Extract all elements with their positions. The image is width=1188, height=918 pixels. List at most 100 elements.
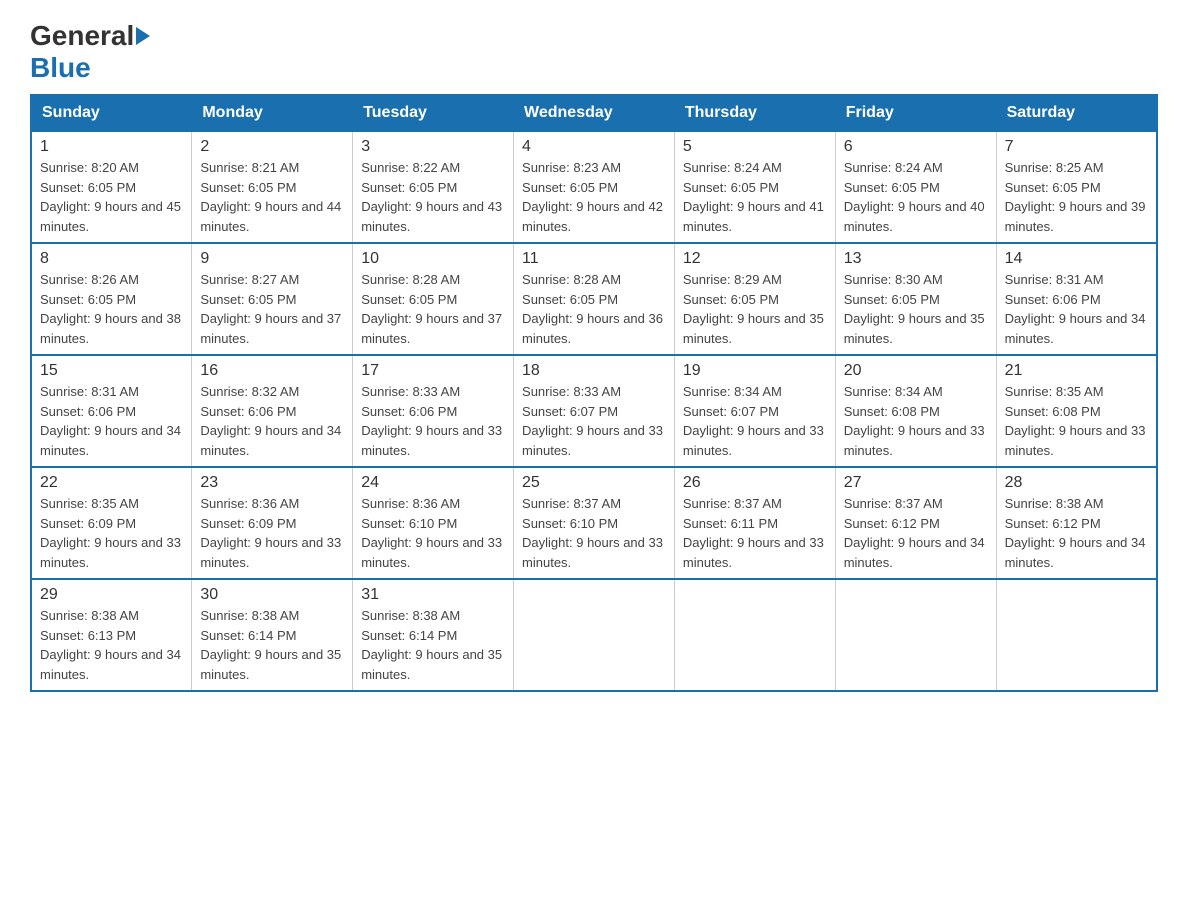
day-number: 20 [844, 362, 988, 380]
day-number: 4 [522, 138, 666, 156]
day-info: Sunrise: 8:32 AMSunset: 6:06 PMDaylight:… [200, 384, 341, 458]
calendar-day-cell: 28 Sunrise: 8:38 AMSunset: 6:12 PMDaylig… [996, 467, 1157, 579]
calendar-day-cell: 23 Sunrise: 8:36 AMSunset: 6:09 PMDaylig… [192, 467, 353, 579]
day-info: Sunrise: 8:27 AMSunset: 6:05 PMDaylight:… [200, 272, 341, 346]
day-number: 10 [361, 250, 505, 268]
header-saturday: Saturday [996, 95, 1157, 131]
logo: General Blue [30, 20, 152, 84]
day-info: Sunrise: 8:36 AMSunset: 6:09 PMDaylight:… [200, 496, 341, 570]
calendar-day-cell: 24 Sunrise: 8:36 AMSunset: 6:10 PMDaylig… [353, 467, 514, 579]
day-number: 9 [200, 250, 344, 268]
calendar-day-cell: 31 Sunrise: 8:38 AMSunset: 6:14 PMDaylig… [353, 579, 514, 691]
day-number: 23 [200, 474, 344, 492]
day-number: 8 [40, 250, 183, 268]
day-info: Sunrise: 8:28 AMSunset: 6:05 PMDaylight:… [522, 272, 663, 346]
day-number: 31 [361, 586, 505, 604]
calendar-day-cell: 16 Sunrise: 8:32 AMSunset: 6:06 PMDaylig… [192, 355, 353, 467]
header-thursday: Thursday [674, 95, 835, 131]
calendar-day-cell: 12 Sunrise: 8:29 AMSunset: 6:05 PMDaylig… [674, 243, 835, 355]
day-info: Sunrise: 8:30 AMSunset: 6:05 PMDaylight:… [844, 272, 985, 346]
calendar-day-cell: 9 Sunrise: 8:27 AMSunset: 6:05 PMDayligh… [192, 243, 353, 355]
day-number: 1 [40, 138, 183, 156]
calendar-day-cell: 8 Sunrise: 8:26 AMSunset: 6:05 PMDayligh… [31, 243, 192, 355]
day-number: 6 [844, 138, 988, 156]
day-number: 12 [683, 250, 827, 268]
calendar-day-cell: 19 Sunrise: 8:34 AMSunset: 6:07 PMDaylig… [674, 355, 835, 467]
day-number: 7 [1005, 138, 1148, 156]
weekday-header-row: Sunday Monday Tuesday Wednesday Thursday… [31, 95, 1157, 131]
day-info: Sunrise: 8:25 AMSunset: 6:05 PMDaylight:… [1005, 160, 1146, 234]
day-number: 18 [522, 362, 666, 380]
calendar-day-cell: 3 Sunrise: 8:22 AMSunset: 6:05 PMDayligh… [353, 131, 514, 243]
calendar-day-cell: 25 Sunrise: 8:37 AMSunset: 6:10 PMDaylig… [514, 467, 675, 579]
day-info: Sunrise: 8:21 AMSunset: 6:05 PMDaylight:… [200, 160, 341, 234]
day-number: 24 [361, 474, 505, 492]
header-wednesday: Wednesday [514, 95, 675, 131]
day-number: 21 [1005, 362, 1148, 380]
day-info: Sunrise: 8:31 AMSunset: 6:06 PMDaylight:… [40, 384, 181, 458]
calendar-day-cell: 15 Sunrise: 8:31 AMSunset: 6:06 PMDaylig… [31, 355, 192, 467]
day-number: 19 [683, 362, 827, 380]
day-info: Sunrise: 8:23 AMSunset: 6:05 PMDaylight:… [522, 160, 663, 234]
calendar-day-cell [514, 579, 675, 691]
calendar-day-cell: 21 Sunrise: 8:35 AMSunset: 6:08 PMDaylig… [996, 355, 1157, 467]
calendar-day-cell: 7 Sunrise: 8:25 AMSunset: 6:05 PMDayligh… [996, 131, 1157, 243]
day-number: 14 [1005, 250, 1148, 268]
day-number: 13 [844, 250, 988, 268]
day-info: Sunrise: 8:38 AMSunset: 6:13 PMDaylight:… [40, 608, 181, 682]
day-number: 16 [200, 362, 344, 380]
day-info: Sunrise: 8:31 AMSunset: 6:06 PMDaylight:… [1005, 272, 1146, 346]
day-number: 5 [683, 138, 827, 156]
day-info: Sunrise: 8:35 AMSunset: 6:08 PMDaylight:… [1005, 384, 1146, 458]
calendar-day-cell [996, 579, 1157, 691]
day-info: Sunrise: 8:28 AMSunset: 6:05 PMDaylight:… [361, 272, 502, 346]
calendar-day-cell: 14 Sunrise: 8:31 AMSunset: 6:06 PMDaylig… [996, 243, 1157, 355]
calendar-day-cell: 13 Sunrise: 8:30 AMSunset: 6:05 PMDaylig… [835, 243, 996, 355]
calendar-day-cell: 11 Sunrise: 8:28 AMSunset: 6:05 PMDaylig… [514, 243, 675, 355]
day-info: Sunrise: 8:38 AMSunset: 6:14 PMDaylight:… [361, 608, 502, 682]
day-info: Sunrise: 8:37 AMSunset: 6:12 PMDaylight:… [844, 496, 985, 570]
page-header: General Blue [30, 20, 1158, 84]
calendar-day-cell: 4 Sunrise: 8:23 AMSunset: 6:05 PMDayligh… [514, 131, 675, 243]
calendar-day-cell: 1 Sunrise: 8:20 AMSunset: 6:05 PMDayligh… [31, 131, 192, 243]
day-info: Sunrise: 8:35 AMSunset: 6:09 PMDaylight:… [40, 496, 181, 570]
header-friday: Friday [835, 95, 996, 131]
calendar-day-cell: 10 Sunrise: 8:28 AMSunset: 6:05 PMDaylig… [353, 243, 514, 355]
day-info: Sunrise: 8:22 AMSunset: 6:05 PMDaylight:… [361, 160, 502, 234]
day-number: 11 [522, 250, 666, 268]
day-number: 28 [1005, 474, 1148, 492]
calendar-day-cell: 22 Sunrise: 8:35 AMSunset: 6:09 PMDaylig… [31, 467, 192, 579]
week-row-2: 8 Sunrise: 8:26 AMSunset: 6:05 PMDayligh… [31, 243, 1157, 355]
day-info: Sunrise: 8:34 AMSunset: 6:07 PMDaylight:… [683, 384, 824, 458]
day-number: 3 [361, 138, 505, 156]
day-info: Sunrise: 8:26 AMSunset: 6:05 PMDaylight:… [40, 272, 181, 346]
day-info: Sunrise: 8:29 AMSunset: 6:05 PMDaylight:… [683, 272, 824, 346]
day-number: 17 [361, 362, 505, 380]
header-monday: Monday [192, 95, 353, 131]
day-number: 15 [40, 362, 183, 380]
calendar-day-cell [674, 579, 835, 691]
calendar-day-cell: 17 Sunrise: 8:33 AMSunset: 6:06 PMDaylig… [353, 355, 514, 467]
calendar-day-cell: 6 Sunrise: 8:24 AMSunset: 6:05 PMDayligh… [835, 131, 996, 243]
calendar-day-cell: 20 Sunrise: 8:34 AMSunset: 6:08 PMDaylig… [835, 355, 996, 467]
calendar-day-cell: 27 Sunrise: 8:37 AMSunset: 6:12 PMDaylig… [835, 467, 996, 579]
day-info: Sunrise: 8:24 AMSunset: 6:05 PMDaylight:… [844, 160, 985, 234]
header-sunday: Sunday [31, 95, 192, 131]
day-info: Sunrise: 8:33 AMSunset: 6:06 PMDaylight:… [361, 384, 502, 458]
day-number: 29 [40, 586, 183, 604]
calendar-day-cell: 29 Sunrise: 8:38 AMSunset: 6:13 PMDaylig… [31, 579, 192, 691]
calendar-table: Sunday Monday Tuesday Wednesday Thursday… [30, 94, 1158, 692]
week-row-5: 29 Sunrise: 8:38 AMSunset: 6:13 PMDaylig… [31, 579, 1157, 691]
day-info: Sunrise: 8:37 AMSunset: 6:10 PMDaylight:… [522, 496, 663, 570]
calendar-day-cell: 26 Sunrise: 8:37 AMSunset: 6:11 PMDaylig… [674, 467, 835, 579]
week-row-3: 15 Sunrise: 8:31 AMSunset: 6:06 PMDaylig… [31, 355, 1157, 467]
day-number: 25 [522, 474, 666, 492]
day-number: 22 [40, 474, 183, 492]
header-tuesday: Tuesday [353, 95, 514, 131]
day-info: Sunrise: 8:38 AMSunset: 6:14 PMDaylight:… [200, 608, 341, 682]
day-number: 2 [200, 138, 344, 156]
day-number: 30 [200, 586, 344, 604]
day-number: 27 [844, 474, 988, 492]
day-info: Sunrise: 8:33 AMSunset: 6:07 PMDaylight:… [522, 384, 663, 458]
day-info: Sunrise: 8:38 AMSunset: 6:12 PMDaylight:… [1005, 496, 1146, 570]
